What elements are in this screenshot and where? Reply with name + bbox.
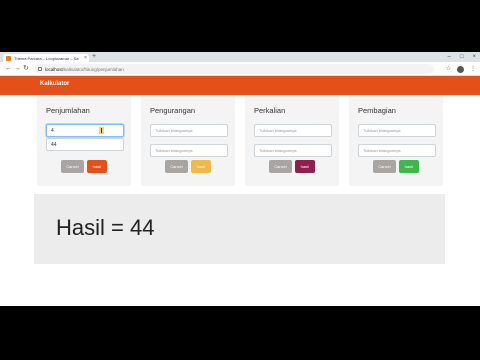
cancel-button[interactable]: Cancel: [61, 160, 84, 173]
hasil-button[interactable]: hasil: [86, 160, 107, 173]
number-input-2[interactable]: Tuliskan bilangannya: [358, 144, 436, 157]
browser-window: Thema Parcara – Loopiozamar – Sa × + – □…: [0, 52, 480, 306]
cancel-button[interactable]: Cancel: [165, 160, 188, 173]
app-navbar: Kalkulator: [0, 76, 480, 95]
number-input-2[interactable]: Tuliskan bilangannya: [150, 144, 228, 157]
card-pengurangan: Pengurangan Tuliskan bilangannya Tuliska…: [141, 96, 235, 186]
card-penjumlahan: Penjumlahan 4 44 Cancel hasil: [37, 96, 131, 186]
card-title: Pembagian: [358, 106, 396, 115]
cancel-button[interactable]: Cancel: [269, 160, 292, 173]
browser-toolbar: ← → ↻ localhost /kalkulator/hitung/penju…: [0, 62, 480, 76]
number-input-2[interactable]: Tuliskan bilangannya: [254, 144, 332, 157]
url-host: localhost: [45, 66, 63, 72]
result-text: Hasil = 44: [56, 215, 155, 240]
text-cursor-icon: [99, 127, 104, 134]
star-icon[interactable]: ☆: [446, 64, 451, 74]
number-input-1[interactable]: Tuliskan bilangannya: [358, 124, 436, 137]
forward-icon[interactable]: →: [14, 64, 21, 74]
hasil-button[interactable]: hasil: [190, 160, 211, 173]
result-panel: Hasil = 44: [34, 194, 445, 264]
number-input-1[interactable]: Tuliskan bilangannya: [254, 124, 332, 137]
back-icon[interactable]: ←: [5, 64, 12, 74]
calculator-cards: Penjumlahan 4 44 Cancel hasil Penguranga…: [37, 96, 445, 188]
button-row: Cancel hasil: [349, 160, 443, 173]
card-title: Perkalian: [254, 106, 286, 115]
hasil-button[interactable]: hasil: [398, 160, 419, 173]
input-value: 4: [51, 127, 54, 134]
profile-avatar[interactable]: [457, 65, 464, 73]
app-brand[interactable]: Kalkulator: [40, 81, 69, 87]
button-row: Cancel hasil: [141, 160, 235, 173]
toolbar-right: ☆ ⋮: [446, 64, 476, 74]
number-input-1[interactable]: 4: [46, 124, 124, 137]
number-input-1[interactable]: Tuliskan bilangannya: [150, 124, 228, 137]
maximize-icon[interactable]: □: [460, 53, 464, 61]
menu-icon[interactable]: ⋮: [470, 64, 476, 74]
cancel-button[interactable]: Cancel: [373, 160, 396, 173]
number-input-2[interactable]: 44: [46, 138, 124, 151]
close-window-icon[interactable]: ×: [472, 53, 476, 61]
minimize-icon[interactable]: –: [448, 53, 451, 61]
window-controls: – □ ×: [448, 53, 476, 61]
tab-close-icon[interactable]: ×: [84, 55, 87, 61]
hasil-button[interactable]: hasil: [294, 160, 315, 173]
input-value: 44: [51, 141, 57, 148]
card-perkalian: Perkalian Tuliskan bilangannya Tuliskan …: [245, 96, 339, 186]
browser-tab[interactable]: Thema Parcara – Loopiozamar – Sa ×: [3, 54, 89, 62]
favicon-icon: [6, 55, 11, 61]
card-pembagian: Pembagian Tuliskan bilangannya Tuliskan …: [349, 96, 443, 186]
reload-icon[interactable]: ↻: [23, 64, 29, 74]
card-title: Penjumlahan: [46, 106, 90, 115]
tab-strip: Thema Parcara – Loopiozamar – Sa × + – □…: [0, 52, 480, 62]
info-icon[interactable]: [38, 67, 42, 71]
address-bar[interactable]: localhost /kalkulator/hitung/penjumlahan: [34, 64, 434, 74]
url-path: /kalkulator/hitung/penjumlahan: [62, 66, 124, 72]
button-row: Cancel hasil: [245, 160, 339, 173]
card-title: Pengurangan: [150, 106, 196, 115]
new-tab-icon[interactable]: +: [92, 53, 96, 61]
button-row: Cancel hasil: [37, 160, 131, 173]
tab-title: Thema Parcara – Loopiozamar – Sa: [14, 55, 79, 61]
